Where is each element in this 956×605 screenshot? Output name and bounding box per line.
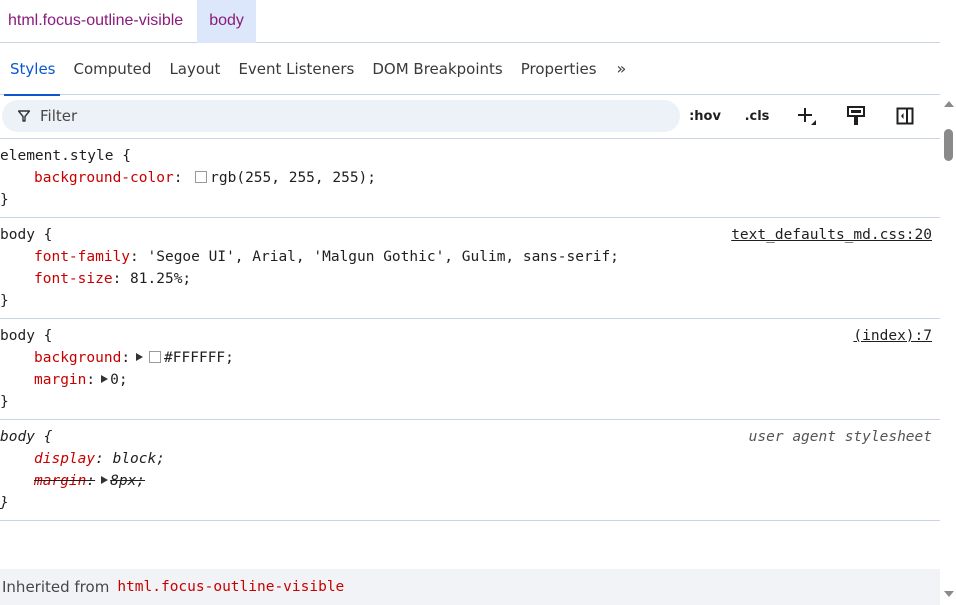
- tab-bar: Styles Computed Layout Event Listeners D…: [0, 43, 940, 96]
- toggle-element-state-button[interactable]: :hov: [688, 103, 722, 129]
- filter-funnel-icon: [18, 110, 30, 122]
- rule-source-link[interactable]: (index):7: [853, 325, 932, 347]
- inherited-selector-link[interactable]: html.focus-outline-visible: [117, 579, 344, 595]
- rule-source-label: user agent stylesheet: [748, 429, 932, 445]
- style-declaration[interactable]: background-color: rgb(255, 255, 255);: [0, 167, 940, 189]
- filter-input[interactable]: [40, 107, 640, 125]
- rule-selector[interactable]: element.style {: [0, 145, 940, 167]
- color-swatch[interactable]: [195, 171, 208, 183]
- style-declaration[interactable]: background: #FFFFFF;: [0, 347, 940, 369]
- inherited-label: Inherited from: [2, 578, 110, 596]
- inherited-section-header: Inherited from html.focus-outline-visibl…: [0, 569, 940, 605]
- tab-computed[interactable]: Computed: [74, 43, 170, 95]
- rule-selector[interactable]: body {: [0, 325, 940, 347]
- breadcrumb: html.focus-outline-visible body: [0, 0, 940, 43]
- tab-event-listeners[interactable]: Event Listeners: [238, 43, 372, 95]
- element-classes-button[interactable]: .cls: [740, 103, 774, 129]
- styles-toolbar: :hov .cls: [0, 95, 940, 139]
- tab-properties[interactable]: Properties: [521, 43, 615, 95]
- breadcrumb-item-html[interactable]: html.focus-outline-visible: [0, 0, 191, 43]
- style-rule-body: body { (index):7 background: #FFFFFF; mar…: [0, 319, 940, 420]
- rendering-emulation-button[interactable]: [843, 103, 869, 129]
- rule-close-brace: }: [0, 293, 9, 309]
- style-rule-body: body { text_defaults_md.css:20 font-fami…: [0, 218, 940, 319]
- sidebar-panel-icon: [896, 107, 914, 125]
- style-declaration[interactable]: margin: 0;: [0, 369, 940, 391]
- plus-icon: [798, 108, 816, 125]
- rule-close-brace: }: [0, 394, 9, 410]
- scrollbar-thumb[interactable]: [944, 129, 953, 161]
- rule-close-brace: }: [0, 495, 9, 511]
- more-tabs-chevron-icon[interactable]: »: [615, 43, 645, 95]
- style-declaration[interactable]: display: block;: [0, 448, 940, 470]
- expand-triangle-icon[interactable]: [101, 375, 109, 383]
- style-declaration[interactable]: font-size: 81.25%;: [0, 268, 940, 290]
- scroll-up-arrow-icon[interactable]: [944, 101, 954, 107]
- expand-triangle-icon[interactable]: [136, 353, 144, 361]
- vertical-scrollbar[interactable]: [940, 95, 956, 605]
- scroll-down-arrow-icon[interactable]: [944, 591, 954, 597]
- style-rule-user-agent: body { user agent stylesheet display: bl…: [0, 420, 940, 521]
- style-rules-pane: element.style { background-color: rgb(25…: [0, 139, 940, 521]
- rule-close-brace: }: [0, 192, 9, 208]
- overridden-declaration[interactable]: margin: 8px;: [0, 470, 940, 492]
- style-rule-element-style: element.style { background-color: rgb(25…: [0, 139, 940, 218]
- paint-brush-icon: [847, 106, 865, 125]
- tab-layout[interactable]: Layout: [169, 43, 238, 95]
- new-style-rule-button[interactable]: [792, 103, 820, 129]
- toggle-sidebar-button[interactable]: [892, 103, 918, 129]
- breadcrumb-item-body[interactable]: body: [197, 0, 256, 43]
- color-swatch[interactable]: [149, 351, 162, 363]
- filter-box: [2, 100, 680, 132]
- style-declaration[interactable]: font-family: 'Segoe UI', Arial, 'Malgun …: [0, 246, 940, 268]
- tab-styles[interactable]: Styles: [0, 43, 74, 96]
- expand-triangle-icon[interactable]: [101, 476, 109, 484]
- tab-dom-breakpoints[interactable]: DOM Breakpoints: [372, 43, 520, 95]
- rule-source-link[interactable]: text_defaults_md.css:20: [731, 224, 932, 246]
